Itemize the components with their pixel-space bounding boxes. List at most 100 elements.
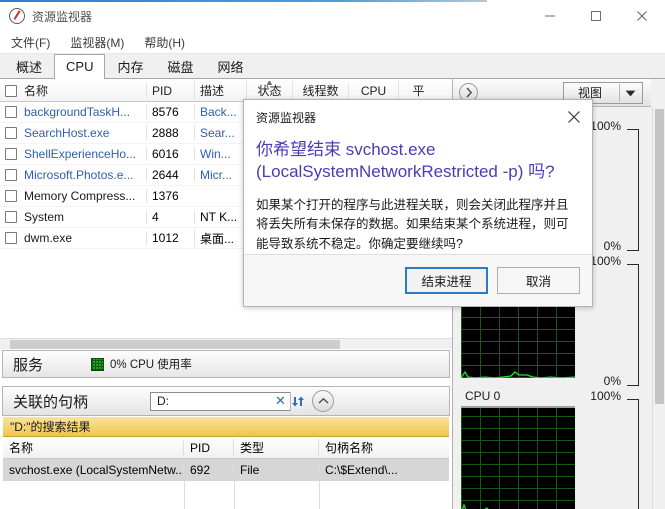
process-name: Memory Compress...: [24, 189, 135, 203]
process-pid: 2644: [146, 168, 194, 182]
dialog-titlebar: 资源监视器: [244, 100, 592, 134]
menu-item-file[interactable]: 文件(F): [2, 32, 59, 53]
menu-item-monitor[interactable]: 监视器(M): [61, 32, 133, 53]
maximize-button[interactable]: [573, 0, 619, 32]
handles-section-header: 关联的句柄 ✕: [2, 386, 450, 416]
row-checkbox[interactable]: [5, 169, 17, 181]
process-pid: 1012: [146, 231, 194, 245]
process-description: Win...: [194, 147, 246, 161]
services-section-header[interactable]: 服务 0% CPU 使用率: [2, 350, 450, 378]
process-name: System: [24, 210, 64, 224]
process-pid: 8576: [146, 105, 194, 119]
cancel-button[interactable]: 取消: [497, 267, 580, 294]
column-header-handle-path[interactable]: 句柄名称: [318, 439, 449, 456]
resource-monitor-window: 资源监视器 文件(F) 监视器(M) 帮助(H) 概述 CPU 内存 磁盘 网络: [0, 0, 665, 509]
handle-process-name: svchost.exe (LocalSystemNetw...: [3, 463, 183, 477]
process-name: backgroundTaskH...: [24, 105, 130, 119]
graph-min-label: 0%: [604, 374, 621, 388]
process-table-horizontal-scrollbar[interactable]: [0, 338, 452, 349]
column-header-status[interactable]: ▲ 状态: [246, 81, 292, 99]
handles-table-header: 名称 PID 类型 句柄名称: [3, 437, 449, 459]
close-icon[interactable]: [556, 102, 592, 132]
handles-table-empty-area: [3, 481, 449, 509]
process-description: Micr...: [194, 168, 246, 182]
process-name: dwm.exe: [24, 231, 72, 245]
column-header-handle-type[interactable]: 类型: [233, 439, 318, 456]
process-description: NT K...: [194, 210, 246, 224]
column-header-cpu[interactable]: CPU: [348, 83, 398, 98]
tab-strip: 概述 CPU 内存 磁盘 网络: [0, 54, 665, 79]
graph-min-label: 0%: [604, 239, 621, 253]
end-process-button[interactable]: 结束进程: [405, 267, 488, 294]
tab-disk[interactable]: 磁盘: [155, 56, 205, 79]
column-header-name-label: 名称: [24, 82, 48, 99]
search-arrows-icon[interactable]: [290, 392, 305, 411]
search-result-banner: "D:"的搜索结果: [3, 417, 449, 437]
process-description: 桌面...: [194, 230, 246, 247]
dialog-body: 你希望结束 svchost.exe (LocalSystemNetworkRes…: [244, 134, 592, 254]
process-name: SearchHost.exe: [24, 126, 109, 140]
table-row[interactable]: svchost.exe (LocalSystemNetw... 692 File…: [3, 459, 449, 481]
handle-pid: 692: [183, 463, 233, 477]
graph-bracket: [627, 399, 639, 509]
column-header-handle-name[interactable]: 名称: [3, 439, 183, 456]
tab-network[interactable]: 网络: [206, 56, 256, 79]
handle-path: C:\$Extend\...: [318, 463, 449, 477]
menu-item-help[interactable]: 帮助(H): [135, 32, 194, 53]
process-description: Sear...: [194, 126, 246, 140]
graph-trace: [461, 408, 575, 509]
graph-max-label: 100%: [590, 389, 621, 403]
row-checkbox[interactable]: [5, 148, 17, 160]
handle-search-box[interactable]: ✕: [150, 392, 305, 411]
clear-x-icon[interactable]: ✕: [275, 393, 286, 409]
column-header-pid[interactable]: PID: [146, 83, 194, 98]
select-all-checkbox[interactable]: [5, 85, 17, 97]
tab-cpu[interactable]: CPU: [54, 54, 105, 79]
graph-canvas: [461, 406, 575, 509]
dialog-title: 资源监视器: [256, 109, 316, 126]
row-checkbox[interactable]: [5, 232, 17, 244]
end-process-dialog: 资源监视器 你希望结束 svchost.exe (LocalSystemNetw…: [243, 99, 593, 307]
sort-ascending-icon: ▲: [265, 81, 274, 87]
row-checkbox[interactable]: [5, 190, 17, 202]
chevron-up-icon[interactable]: [312, 390, 334, 412]
row-checkbox[interactable]: [5, 211, 17, 223]
close-button[interactable]: [619, 0, 665, 32]
dialog-footer: 结束进程 取消: [244, 254, 592, 306]
column-header-name[interactable]: 名称: [0, 81, 146, 99]
process-pid: 6016: [146, 147, 194, 161]
process-pid: 2888: [146, 126, 194, 140]
scrollbar-thumb[interactable]: [10, 340, 340, 349]
tab-overview[interactable]: 概述: [4, 56, 54, 79]
window-titlebar: 资源监视器: [0, 0, 665, 32]
process-description: Back...: [194, 105, 246, 119]
services-title: 服务: [13, 354, 43, 375]
row-checkbox[interactable]: [5, 127, 17, 139]
resource-monitor-icon: [9, 8, 25, 24]
search-input[interactable]: [155, 393, 275, 409]
chevron-down-icon: [625, 86, 636, 100]
cpu-graph-block: CPU 0 100% 0%: [453, 389, 651, 509]
column-header-average-cpu[interactable]: 平: [398, 81, 438, 99]
graph-pane-scrollbar[interactable]: [652, 107, 665, 509]
cpu-meter-icon: [91, 358, 104, 371]
process-pid: 4: [146, 210, 194, 224]
minimize-button[interactable]: [527, 0, 573, 32]
tab-memory[interactable]: 内存: [105, 56, 155, 79]
titlebar-accent: [0, 0, 487, 2]
graph-max-label: 100%: [590, 119, 621, 133]
graph-title: CPU 0: [465, 389, 500, 403]
column-header-description[interactable]: 描述: [194, 81, 246, 99]
process-name: Microsoft.Photos.e...: [24, 168, 133, 182]
handles-table: 名称 PID 类型 句柄名称 svchost.exe (LocalSystemN…: [3, 437, 449, 481]
graph-max-label: 100%: [590, 254, 621, 268]
row-checkbox[interactable]: [5, 106, 17, 118]
menu-bar: 文件(F) 监视器(M) 帮助(H): [0, 32, 665, 54]
column-header-handle-pid[interactable]: PID: [183, 441, 233, 455]
window-controls: [527, 0, 665, 32]
column-header-threads[interactable]: 线程数: [292, 81, 348, 99]
search-result-text: "D:"的搜索结果: [10, 418, 91, 435]
scrollbar-thumb[interactable]: [655, 109, 664, 404]
dialog-message: 如果某个打开的程序与此进程关联，则会关闭此程序并且将丢失所有未保存的数据。如果结…: [256, 196, 580, 254]
process-pid: 1376: [146, 189, 194, 203]
